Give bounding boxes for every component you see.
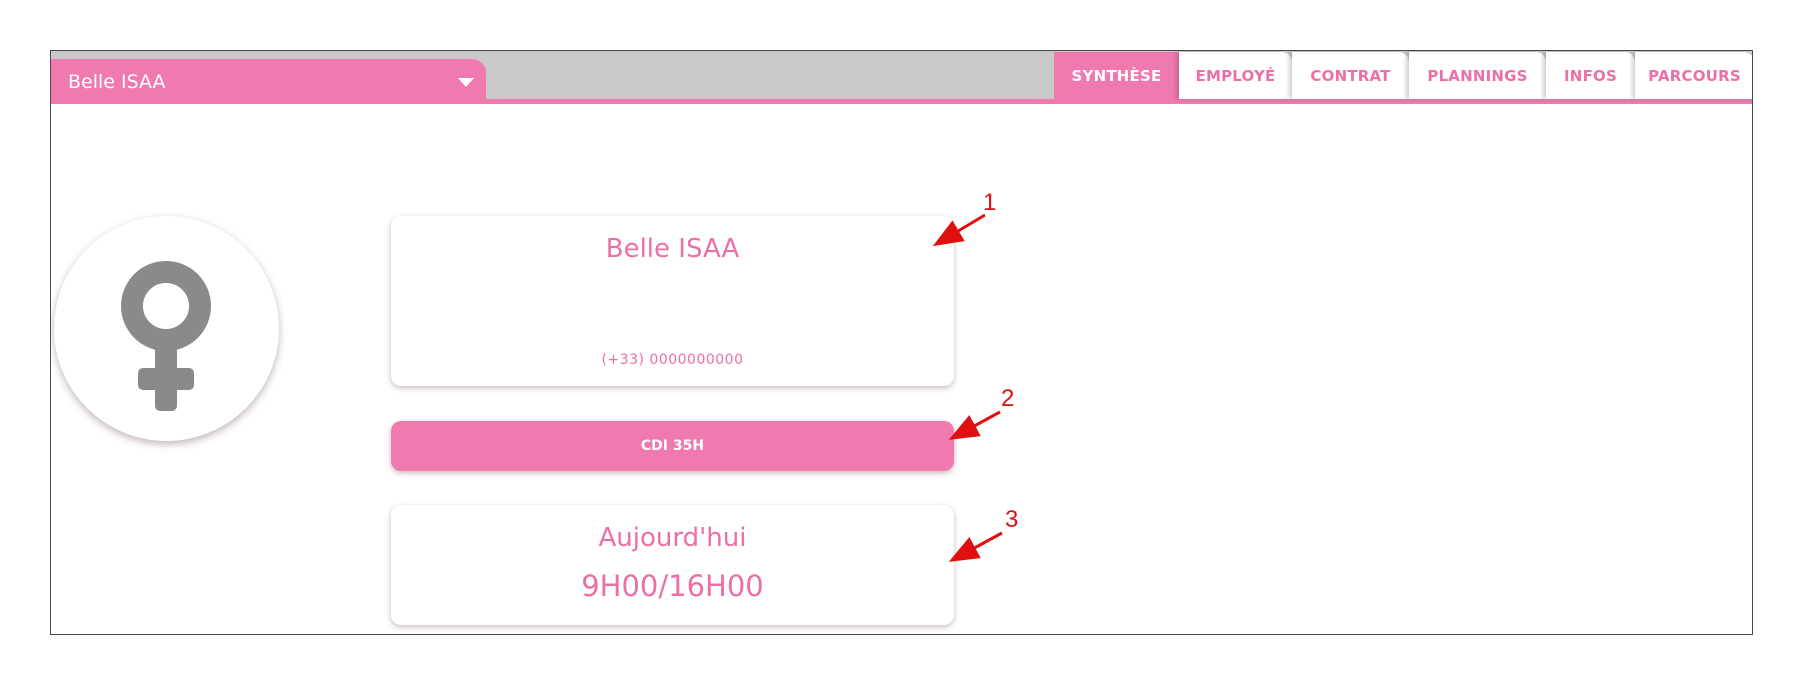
annotation-arrows xyxy=(932,213,1003,562)
annotation-2: 2 xyxy=(1001,385,1015,412)
annotation-arrow-3 xyxy=(948,531,1003,562)
annotation-3: 3 xyxy=(1005,506,1019,533)
annotation-1: 1 xyxy=(983,189,997,216)
annotation-arrow-1 xyxy=(932,213,986,247)
annotation-arrow-2 xyxy=(948,410,1001,440)
